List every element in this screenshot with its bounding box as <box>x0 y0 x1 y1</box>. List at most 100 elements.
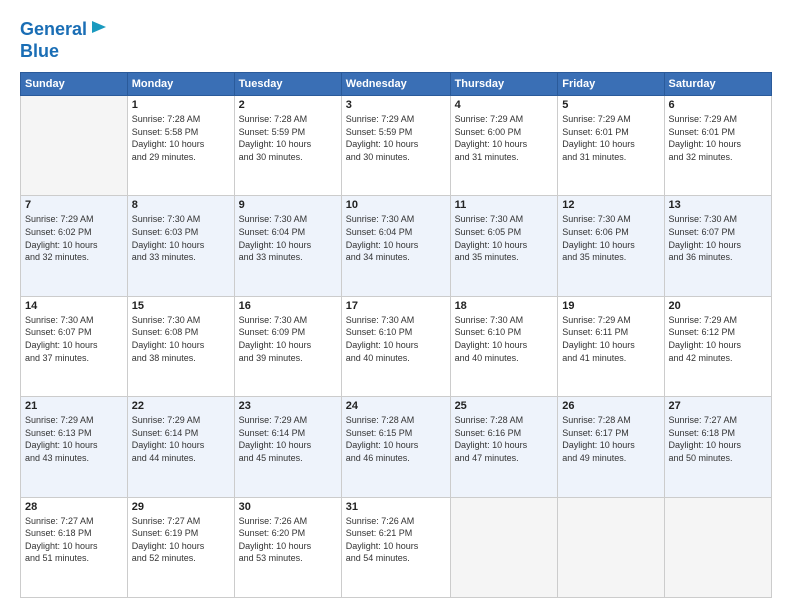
weekday-header-wednesday: Wednesday <box>341 73 450 96</box>
calendar-cell: 29 Sunrise: 7:27 AM Sunset: 6:19 PM Dayli… <box>127 497 234 597</box>
day-info: Sunrise: 7:30 AM Sunset: 6:07 PM Dayligh… <box>669 213 767 263</box>
day-number: 20 <box>669 300 767 312</box>
day-info: Sunrise: 7:29 AM Sunset: 6:02 PM Dayligh… <box>25 213 123 263</box>
day-number: 16 <box>239 300 337 312</box>
day-number: 14 <box>25 300 123 312</box>
calendar-cell <box>558 497 664 597</box>
calendar-cell: 5 Sunrise: 7:29 AM Sunset: 6:01 PM Daylig… <box>558 96 664 196</box>
weekday-header-tuesday: Tuesday <box>234 73 341 96</box>
calendar-cell: 28Sunrise: 7:27 AM Sunset: 6:18 PM Dayli… <box>21 497 128 597</box>
day-number: 30 <box>239 501 337 513</box>
calendar-week-1: 1 Sunrise: 7:28 AM Sunset: 5:58 PM Daylig… <box>21 96 772 196</box>
calendar-cell: 6 Sunrise: 7:29 AM Sunset: 6:01 PM Daylig… <box>664 96 771 196</box>
day-info: Sunrise: 7:29 AM Sunset: 6:14 PM Dayligh… <box>132 414 230 464</box>
weekday-header-friday: Friday <box>558 73 664 96</box>
day-number: 9 <box>239 199 337 211</box>
day-info: Sunrise: 7:30 AM Sunset: 6:10 PM Dayligh… <box>455 314 554 364</box>
day-info: Sunrise: 7:27 AM Sunset: 6:19 PM Dayligh… <box>132 515 230 565</box>
calendar-table: SundayMondayTuesdayWednesdayThursdayFrid… <box>20 72 772 598</box>
weekday-header-sunday: Sunday <box>21 73 128 96</box>
day-number: 23 <box>239 400 337 412</box>
day-number: 17 <box>346 300 446 312</box>
day-info: Sunrise: 7:29 AM Sunset: 6:00 PM Dayligh… <box>455 113 554 163</box>
page: General Blue SundayMondayTuesdayWednesda… <box>0 0 792 612</box>
day-info: Sunrise: 7:30 AM Sunset: 6:06 PM Dayligh… <box>562 213 659 263</box>
calendar-cell: 2Sunrise: 7:28 AM Sunset: 5:59 PM Daylig… <box>234 96 341 196</box>
day-info: Sunrise: 7:28 AM Sunset: 6:15 PM Dayligh… <box>346 414 446 464</box>
day-info: Sunrise: 7:28 AM Sunset: 5:58 PM Dayligh… <box>132 113 230 163</box>
day-info: Sunrise: 7:27 AM Sunset: 6:18 PM Dayligh… <box>669 414 767 464</box>
calendar-cell: 8 Sunrise: 7:30 AM Sunset: 6:03 PM Daylig… <box>127 196 234 296</box>
calendar-cell: 3 Sunrise: 7:29 AM Sunset: 5:59 PM Daylig… <box>341 96 450 196</box>
weekday-header-saturday: Saturday <box>664 73 771 96</box>
logo-blue: Blue <box>20 41 59 61</box>
day-info: Sunrise: 7:30 AM Sunset: 6:04 PM Dayligh… <box>346 213 446 263</box>
calendar-cell: 26Sunrise: 7:28 AM Sunset: 6:17 PM Dayli… <box>558 397 664 497</box>
calendar-cell: 14 Sunrise: 7:30 AM Sunset: 6:07 PM Dayli… <box>21 296 128 396</box>
day-info: Sunrise: 7:30 AM Sunset: 6:07 PM Dayligh… <box>25 314 123 364</box>
calendar-cell: 4 Sunrise: 7:29 AM Sunset: 6:00 PM Daylig… <box>450 96 558 196</box>
calendar-cell: 27 Sunrise: 7:27 AM Sunset: 6:18 PM Dayli… <box>664 397 771 497</box>
day-info: Sunrise: 7:28 AM Sunset: 6:16 PM Dayligh… <box>455 414 554 464</box>
calendar-cell: 1 Sunrise: 7:28 AM Sunset: 5:58 PM Daylig… <box>127 96 234 196</box>
day-info: Sunrise: 7:30 AM Sunset: 6:05 PM Dayligh… <box>455 213 554 263</box>
day-number: 6 <box>669 99 767 111</box>
logo-general: General <box>20 19 87 40</box>
calendar-cell: 30 Sunrise: 7:26 AM Sunset: 6:20 PM Dayli… <box>234 497 341 597</box>
day-info: Sunrise: 7:30 AM Sunset: 6:09 PM Dayligh… <box>239 314 337 364</box>
day-number: 8 <box>132 199 230 211</box>
day-info: Sunrise: 7:28 AM Sunset: 6:17 PM Dayligh… <box>562 414 659 464</box>
calendar-cell: 10 Sunrise: 7:30 AM Sunset: 6:04 PM Dayli… <box>341 196 450 296</box>
day-number: 12 <box>562 199 659 211</box>
calendar-week-4: 21 Sunrise: 7:29 AM Sunset: 6:13 PM Dayli… <box>21 397 772 497</box>
calendar-cell: 21 Sunrise: 7:29 AM Sunset: 6:13 PM Dayli… <box>21 397 128 497</box>
day-number: 22 <box>132 400 230 412</box>
calendar-cell: 9 Sunrise: 7:30 AM Sunset: 6:04 PM Daylig… <box>234 196 341 296</box>
day-info: Sunrise: 7:30 AM Sunset: 6:10 PM Dayligh… <box>346 314 446 364</box>
day-info: Sunrise: 7:29 AM Sunset: 6:13 PM Dayligh… <box>25 414 123 464</box>
day-number: 19 <box>562 300 659 312</box>
logo-arrow-icon <box>90 18 108 41</box>
calendar-cell <box>450 497 558 597</box>
calendar-cell: 23Sunrise: 7:29 AM Sunset: 6:14 PM Dayli… <box>234 397 341 497</box>
day-info: Sunrise: 7:29 AM Sunset: 6:12 PM Dayligh… <box>669 314 767 364</box>
calendar-cell <box>21 96 128 196</box>
day-number: 3 <box>346 99 446 111</box>
day-number: 5 <box>562 99 659 111</box>
day-number: 7 <box>25 199 123 211</box>
day-number: 1 <box>132 99 230 111</box>
calendar-cell: 16 Sunrise: 7:30 AM Sunset: 6:09 PM Dayli… <box>234 296 341 396</box>
day-number: 4 <box>455 99 554 111</box>
day-number: 2 <box>239 99 337 111</box>
weekday-header-row: SundayMondayTuesdayWednesdayThursdayFrid… <box>21 73 772 96</box>
day-number: 25 <box>455 400 554 412</box>
calendar-cell: 17 Sunrise: 7:30 AM Sunset: 6:10 PM Dayli… <box>341 296 450 396</box>
day-info: Sunrise: 7:26 AM Sunset: 6:20 PM Dayligh… <box>239 515 337 565</box>
day-info: Sunrise: 7:30 AM Sunset: 6:08 PM Dayligh… <box>132 314 230 364</box>
calendar-cell: 11Sunrise: 7:30 AM Sunset: 6:05 PM Dayli… <box>450 196 558 296</box>
day-number: 24 <box>346 400 446 412</box>
day-info: Sunrise: 7:29 AM Sunset: 5:59 PM Dayligh… <box>346 113 446 163</box>
day-number: 21 <box>25 400 123 412</box>
day-info: Sunrise: 7:30 AM Sunset: 6:04 PM Dayligh… <box>239 213 337 263</box>
day-number: 15 <box>132 300 230 312</box>
day-info: Sunrise: 7:29 AM Sunset: 6:11 PM Dayligh… <box>562 314 659 364</box>
day-info: Sunrise: 7:30 AM Sunset: 6:03 PM Dayligh… <box>132 213 230 263</box>
day-info: Sunrise: 7:27 AM Sunset: 6:18 PM Dayligh… <box>25 515 123 565</box>
calendar-cell: 31Sunrise: 7:26 AM Sunset: 6:21 PM Dayli… <box>341 497 450 597</box>
day-info: Sunrise: 7:29 AM Sunset: 6:01 PM Dayligh… <box>562 113 659 163</box>
weekday-header-thursday: Thursday <box>450 73 558 96</box>
day-number: 27 <box>669 400 767 412</box>
day-info: Sunrise: 7:29 AM Sunset: 6:01 PM Dayligh… <box>669 113 767 163</box>
calendar-cell: 20 Sunrise: 7:29 AM Sunset: 6:12 PM Dayli… <box>664 296 771 396</box>
calendar-week-2: 7 Sunrise: 7:29 AM Sunset: 6:02 PM Daylig… <box>21 196 772 296</box>
day-number: 10 <box>346 199 446 211</box>
calendar-cell: 19 Sunrise: 7:29 AM Sunset: 6:11 PM Dayli… <box>558 296 664 396</box>
calendar-cell: 12 Sunrise: 7:30 AM Sunset: 6:06 PM Dayli… <box>558 196 664 296</box>
calendar-cell: 15 Sunrise: 7:30 AM Sunset: 6:08 PM Dayli… <box>127 296 234 396</box>
day-number: 18 <box>455 300 554 312</box>
day-number: 29 <box>132 501 230 513</box>
weekday-header-monday: Monday <box>127 73 234 96</box>
calendar-cell: 13Sunrise: 7:30 AM Sunset: 6:07 PM Dayli… <box>664 196 771 296</box>
calendar-cell: 22 Sunrise: 7:29 AM Sunset: 6:14 PM Dayli… <box>127 397 234 497</box>
